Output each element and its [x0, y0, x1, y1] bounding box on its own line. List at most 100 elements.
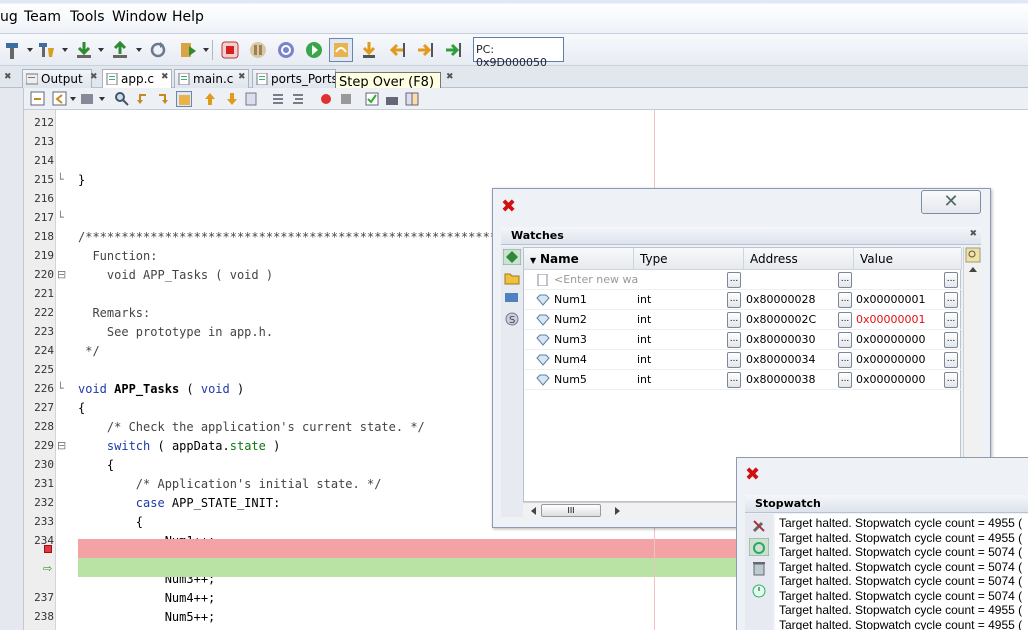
tab-ports[interactable]: ports_PortsV: [252, 69, 336, 88]
close-icon[interactable]: ✖: [501, 196, 516, 217]
scroll-up-icon[interactable]: [969, 267, 977, 272]
next-bookmark-icon[interactable]: [224, 91, 240, 107]
fold-marker-icon[interactable]: ⊟: [57, 439, 66, 452]
find-icon[interactable]: [114, 91, 130, 107]
comment-icon[interactable]: [364, 91, 380, 107]
menu-window[interactable]: Window: [112, 9, 167, 25]
menu-team[interactable]: Team: [24, 9, 61, 25]
menu-help[interactable]: Help: [172, 9, 204, 25]
close-icon[interactable]: ✖: [238, 72, 246, 82]
fold-marker-icon[interactable]: ⊟: [57, 268, 66, 281]
program-device-icon[interactable]: [72, 38, 96, 62]
toggle-highlight-icon[interactable]: [176, 91, 192, 107]
scroll-thumb[interactable]: III: [541, 504, 601, 517]
back-icon[interactable]: [52, 91, 68, 107]
watch-settings-icon[interactable]: [965, 247, 981, 263]
build-dropdown-icon[interactable]: [27, 48, 33, 52]
address-edit-button[interactable]: ...: [838, 332, 852, 348]
run-to-cursor-icon[interactable]: [413, 38, 437, 62]
watch-value[interactable]: 0x00000001: [856, 313, 926, 326]
new-watch-row[interactable]: <Enter new wa ... ... ...: [524, 270, 962, 290]
tools-icon[interactable]: [751, 518, 767, 534]
display-icon[interactable]: [504, 291, 520, 305]
shift-left-icon[interactable]: [270, 91, 286, 107]
name-edit-button[interactable]: ...: [727, 272, 741, 288]
debug-dropdown-icon[interactable]: [203, 48, 209, 52]
read-dropdown-icon[interactable]: [136, 48, 142, 52]
close-icon[interactable]: ✖: [90, 72, 98, 82]
program-dropdown-icon[interactable]: [98, 48, 104, 52]
column-header-type[interactable]: Type: [634, 248, 744, 270]
watch-row[interactable]: Num4 int... 0x80000034... 0x00000000...: [524, 350, 962, 370]
close-icon[interactable]: ✖: [745, 464, 760, 485]
address-edit-button[interactable]: ...: [838, 312, 852, 328]
pause-icon[interactable]: [246, 38, 270, 62]
new-watch-icon[interactable]: [503, 249, 521, 265]
name-edit-button[interactable]: ...: [727, 312, 741, 328]
clean-build-icon[interactable]: [34, 38, 58, 62]
stop-icon[interactable]: [218, 38, 242, 62]
value-edit-button[interactable]: ...: [944, 292, 958, 308]
name-edit-button[interactable]: ...: [727, 332, 741, 348]
find-next-icon[interactable]: [156, 91, 172, 107]
address-edit-button[interactable]: ...: [838, 352, 852, 368]
tabbar-menu-icon[interactable]: ✖: [4, 72, 12, 82]
close-icon[interactable]: ✖: [446, 72, 454, 82]
value-edit-button[interactable]: ...: [944, 372, 958, 388]
forward-icon[interactable]: [80, 91, 96, 107]
program-counter-display[interactable]: PC: 0x9D000050: [473, 37, 564, 69]
value-edit-button[interactable]: ...: [944, 312, 958, 328]
stopwatch-icon[interactable]: [751, 582, 767, 598]
new-watch-input[interactable]: <Enter new wa: [554, 273, 638, 286]
hammer-icon[interactable]: [0, 38, 24, 62]
name-edit-button[interactable]: ...: [727, 372, 741, 388]
back-dropdown-icon[interactable]: [70, 97, 76, 101]
fold-marker-icon[interactable]: └: [57, 173, 64, 186]
trash-icon[interactable]: [751, 560, 767, 576]
symbol-icon[interactable]: S: [504, 311, 520, 327]
diff-icon[interactable]: [404, 91, 420, 107]
name-edit-button[interactable]: ...: [727, 352, 741, 368]
fold-marker-icon[interactable]: └: [57, 382, 64, 395]
scroll-left-icon[interactable]: [531, 507, 536, 515]
forward-dropdown-icon[interactable]: [99, 97, 105, 101]
reset-icon[interactable]: [146, 38, 170, 62]
address-edit-button[interactable]: ...: [838, 372, 852, 388]
watch-row[interactable]: Num5 int... 0x80000038... 0x00000000...: [524, 370, 962, 390]
address-edit-button[interactable]: ...: [838, 292, 852, 308]
tab-output[interactable]: Output: [22, 69, 92, 88]
breakpoint-icon[interactable]: [44, 545, 52, 553]
watch-row[interactable]: Num1 int... 0x80000028... 0x00000001...: [524, 290, 962, 310]
close-icon[interactable]: ✖: [969, 229, 977, 239]
uncomment-icon[interactable]: [384, 91, 400, 107]
step-into-icon[interactable]: [357, 38, 381, 62]
name-edit-button[interactable]: ...: [727, 292, 741, 308]
reset-debug-icon[interactable]: [274, 38, 298, 62]
toggle-bookmark-icon[interactable]: [244, 91, 260, 107]
reset-stopwatch-icon[interactable]: [749, 538, 769, 556]
source-history-icon[interactable]: [30, 91, 46, 107]
column-header-value[interactable]: Value: [854, 248, 962, 270]
menu-tools[interactable]: Tools: [70, 9, 105, 25]
shift-right-icon[interactable]: [290, 91, 306, 107]
watch-value[interactable]: 0x00000000: [856, 333, 926, 346]
find-previous-icon[interactable]: [134, 91, 150, 107]
close-icon[interactable]: ✖: [161, 72, 169, 82]
debug-project-icon[interactable]: [176, 38, 200, 62]
column-header-address[interactable]: Address: [744, 248, 854, 270]
stop-macro-icon[interactable]: [338, 91, 354, 107]
column-header-name[interactable]: ▼ Name: [524, 248, 634, 270]
value-edit-button[interactable]: ...: [944, 332, 958, 348]
fold-marker-icon[interactable]: └: [57, 211, 64, 224]
step-over-icon[interactable]: [329, 38, 353, 62]
watch-row[interactable]: Num3 int... 0x80000030... 0x00000000...: [524, 330, 962, 350]
watch-value[interactable]: 0x00000001: [856, 293, 926, 306]
watch-value[interactable]: 0x00000000: [856, 353, 926, 366]
value-edit-button[interactable]: ...: [944, 272, 958, 288]
watch-value[interactable]: 0x00000000: [856, 373, 926, 386]
address-edit-button[interactable]: ...: [838, 272, 852, 288]
menu-debug[interactable]: ug: [0, 9, 18, 25]
scroll-right-icon[interactable]: [615, 507, 620, 515]
watch-row[interactable]: Num2 int... 0x8000002C... 0x00000001...: [524, 310, 962, 330]
window-close-button[interactable]: ✕: [921, 190, 981, 214]
